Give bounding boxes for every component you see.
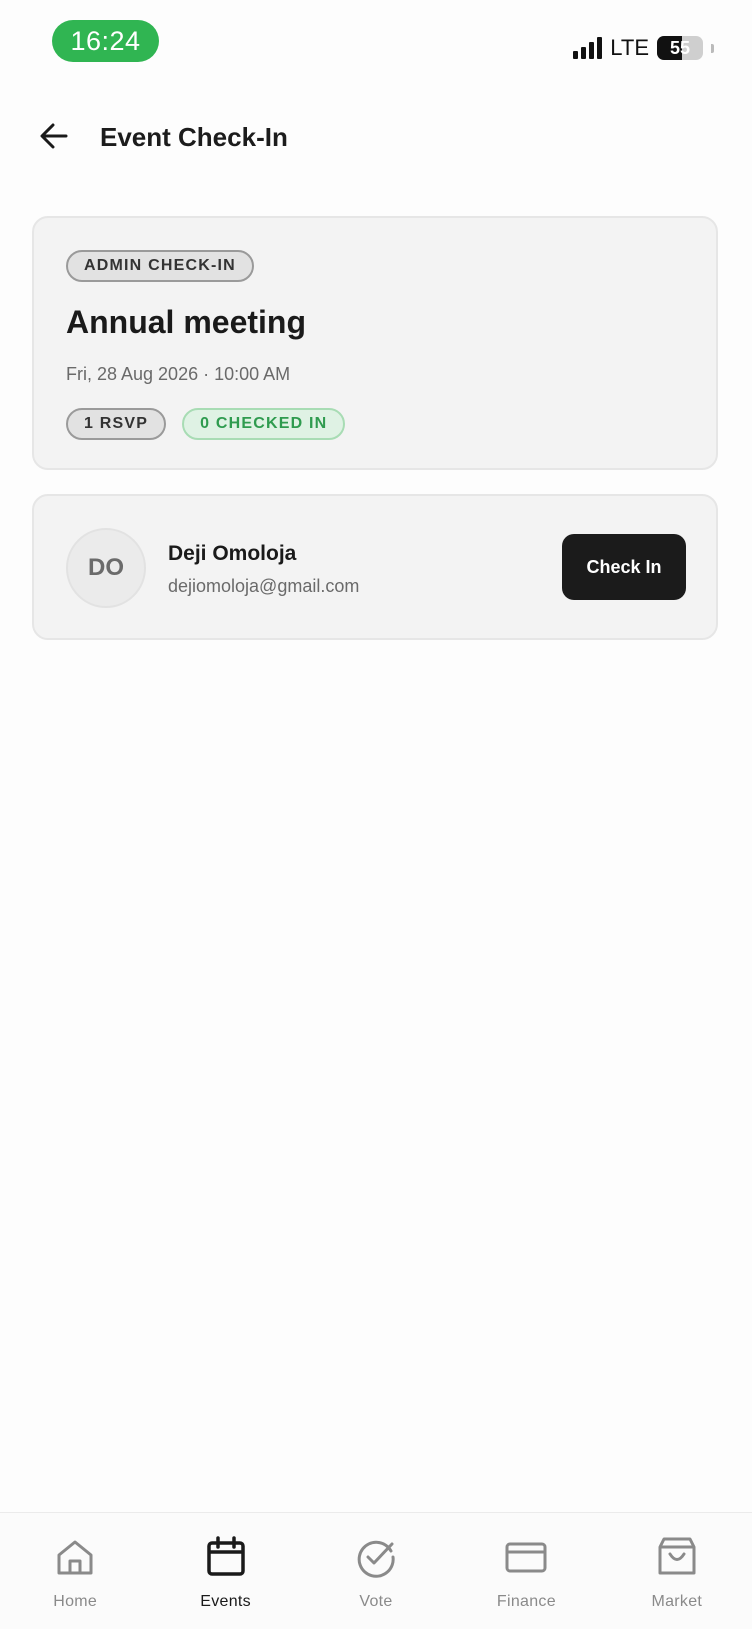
nav-label-market: Market bbox=[651, 1593, 703, 1610]
battery-icon: 55 bbox=[657, 36, 703, 60]
battery-cap bbox=[711, 43, 714, 53]
shopping-bag-icon bbox=[658, 1537, 696, 1575]
check-in-button[interactable]: Check In bbox=[562, 534, 686, 600]
nav-item-finance[interactable]: Finance bbox=[451, 1513, 601, 1629]
nav-label-home: Home bbox=[53, 1593, 98, 1610]
event-datetime: Fri, 28 Aug 2026 · 10:00 AM bbox=[66, 364, 291, 384]
nav-label-finance: Finance bbox=[496, 1593, 556, 1610]
check-circle-icon bbox=[357, 1540, 395, 1578]
nav-item-market[interactable]: Market bbox=[602, 1513, 752, 1629]
rsvp-count-badge: 1 RSVP bbox=[66, 408, 167, 440]
signal-icon bbox=[573, 37, 603, 59]
attendee-email: dejiomoloja@gmail.com bbox=[168, 576, 360, 596]
nav-item-home[interactable]: Home bbox=[0, 1513, 150, 1629]
avatar: DO bbox=[66, 528, 146, 608]
home-icon bbox=[57, 1540, 93, 1575]
event-check-in-screen: 16:24 LTE 55 Event Check-In ADMIN CHECK-… bbox=[0, 0, 752, 1629]
event-title: Annual meeting bbox=[66, 304, 307, 340]
back-button[interactable] bbox=[34, 116, 74, 156]
nav-label-events: Events bbox=[200, 1593, 251, 1610]
nav-item-events[interactable]: Events bbox=[150, 1513, 300, 1629]
checked-in-count-badge: 0 CHECKED IN bbox=[182, 408, 346, 440]
nav-item-vote[interactable]: Vote bbox=[301, 1513, 451, 1629]
bottom-nav: Home Events Vote Finance Market bbox=[0, 1512, 752, 1629]
card-icon bbox=[505, 1542, 547, 1573]
calendar-icon bbox=[206, 1536, 245, 1576]
battery-level: 55 bbox=[669, 38, 691, 58]
status-indicators: LTE 55 bbox=[573, 34, 714, 62]
arrow-left-icon bbox=[40, 123, 68, 149]
nav-label-vote: Vote bbox=[359, 1593, 393, 1610]
attendee-row: DO Deji Omoloja dejiomoloja@gmail.com Ch… bbox=[32, 494, 718, 640]
event-card: ADMIN CHECK-IN Annual meeting Fri, 28 Au… bbox=[32, 216, 718, 470]
attendee-name: Deji Omoloja bbox=[168, 542, 297, 565]
page-title: Event Check-In bbox=[100, 122, 288, 152]
status-bar: 16:24 LTE 55 bbox=[0, 0, 752, 90]
status-time: 16:24 bbox=[52, 20, 159, 62]
app-header: Event Check-In bbox=[0, 110, 752, 166]
admin-check-in-badge: ADMIN CHECK-IN bbox=[66, 250, 254, 282]
network-type: LTE bbox=[610, 35, 649, 60]
event-stats: 1 RSVP 0 CHECKED IN bbox=[66, 408, 346, 440]
